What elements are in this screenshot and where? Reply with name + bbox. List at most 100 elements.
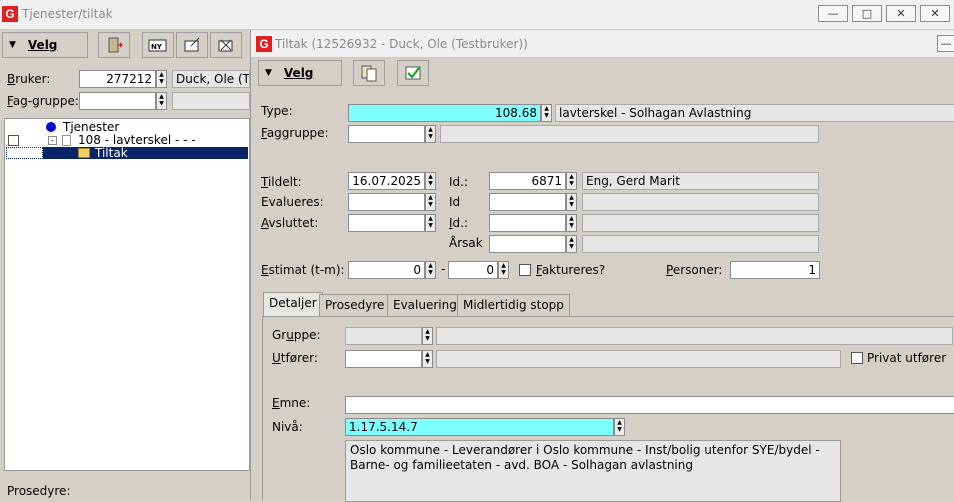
personer-field[interactable]: 1 — [730, 261, 820, 279]
estimat-to-field[interactable]: 0 — [448, 261, 498, 279]
avsluttet-date-field[interactable] — [348, 214, 425, 232]
faktureres-checkbox[interactable] — [519, 264, 531, 276]
evalueres-name-field — [582, 193, 819, 211]
chevron-down-icon: ▼ — [9, 40, 16, 50]
approve-button[interactable] — [397, 60, 429, 86]
utforer-field[interactable] — [345, 350, 422, 368]
fag-gruppe-field[interactable] — [79, 92, 156, 110]
fag-gruppe-desc — [172, 92, 250, 110]
maximize-button[interactable]: □ — [852, 5, 882, 22]
faggruppe-field[interactable] — [348, 125, 425, 143]
collapse-icon[interactable]: - — [48, 136, 57, 145]
avsluttet-spin[interactable]: ▲ ▼ — [425, 214, 436, 232]
bruker-name-field: Duck, Ole (T — [172, 70, 250, 88]
avsluttet-label: Avsluttet: — [261, 216, 319, 230]
type-spin[interactable]: ▲ ▼ — [541, 104, 552, 122]
new-document-icon: NY — [148, 39, 167, 52]
prosedyre-label: Prosedyre: — [7, 484, 71, 498]
gruppe-field[interactable] — [345, 327, 422, 345]
tildelt-label: Tildelt: — [261, 175, 302, 189]
tree-selection-gap — [6, 147, 43, 159]
tildelt-spin[interactable]: ▲ ▼ — [425, 172, 436, 190]
tab-midlertidig-stopp[interactable]: Midlertidig stopp — [457, 294, 570, 316]
gruppe-spin[interactable]: ▲ ▼ — [422, 327, 433, 345]
type-desc-field: lavterskel - Solhagan Avlastning — [555, 104, 954, 122]
emne-field[interactable] — [345, 396, 954, 414]
arsak-spin[interactable]: ▲ ▼ — [566, 235, 577, 253]
svg-text:NY: NY — [151, 43, 163, 51]
services-tree[interactable]: Tjenester - 108 - lavterskel - - - Tilta… — [4, 118, 250, 471]
tiltak-window: G Tiltak (12526932 - Duck, Ole (Testbruk… — [250, 30, 954, 502]
fag-gruppe-spin[interactable]: ▲ ▼ — [156, 92, 167, 110]
front-window-title: Tiltak (12526932 - Duck, Ole (Testbruker… — [275, 37, 528, 51]
niva-description: Oslo kommune - Leverandører i Oslo kommu… — [345, 440, 841, 502]
gruppe-label: Gruppe: — [272, 328, 321, 342]
faggruppe-spin[interactable]: ▲ ▼ — [425, 125, 436, 143]
app-logo-icon: G — [2, 6, 18, 22]
velg-button[interactable]: ▼ Velg — [2, 32, 88, 58]
estimat-to-spin[interactable]: ▲ ▼ — [498, 261, 509, 279]
faggruppe-desc — [440, 125, 819, 143]
delete-icon — [218, 39, 233, 52]
faggruppe-label: Faggruppe: — [261, 126, 329, 140]
estimat-from-field[interactable]: 0 — [348, 261, 425, 279]
evalueres-id-label: Id — [449, 195, 461, 209]
close-button[interactable]: ✕ — [886, 5, 916, 22]
tjenester-node-icon — [46, 122, 56, 132]
delete-button[interactable] — [210, 32, 242, 58]
tree-root[interactable]: Tjenester — [63, 120, 119, 134]
evalueres-label: Evalueres: — [261, 195, 324, 209]
velg-label: Velg — [27, 38, 58, 52]
folder-icon — [78, 148, 90, 158]
estimat-dash: - — [441, 262, 446, 276]
niva-spin[interactable]: ▲ ▼ — [614, 418, 625, 436]
avsluttet-id-label: Id.: — [449, 216, 469, 230]
tree-leaf[interactable]: Tiltak — [95, 146, 128, 160]
avsluttet-id-field[interactable] — [489, 214, 566, 232]
velg-label: Velg — [283, 66, 314, 80]
velg-button[interactable]: ▼ Velg — [258, 60, 342, 86]
new-button[interactable]: NY — [142, 32, 174, 58]
bruker-id-field[interactable]: 277212 — [79, 70, 156, 88]
evalueres-date-field[interactable] — [348, 193, 425, 211]
tab-detaljer[interactable]: Detaljer — [263, 292, 323, 316]
tildelt-id-spin[interactable]: ▲ ▼ — [566, 172, 577, 190]
edit-button[interactable] — [176, 32, 208, 58]
tab-prosedyre[interactable]: Prosedyre — [319, 294, 391, 316]
minimize-button[interactable]: — — [818, 5, 848, 22]
chevron-down-icon: ▼ — [265, 68, 272, 78]
tree-checkbox[interactable] — [8, 135, 19, 146]
evalueres-id-field[interactable] — [489, 193, 566, 211]
emne-label: Emne: — [272, 396, 311, 410]
estimat-from-spin[interactable]: ▲ ▼ — [425, 261, 436, 279]
detaljer-panel: Gruppe: ▲ ▼ Utfører: ▲ ▼ Privat utfører Em… — [262, 316, 954, 502]
document-icon — [62, 135, 71, 146]
avsluttet-id-spin[interactable]: ▲ ▼ — [566, 214, 577, 232]
back-window-titlebar: G Tjenester/tiltak — □ ✕ ✕ — [0, 0, 954, 30]
copy-button[interactable] — [353, 60, 385, 86]
tree-child[interactable]: 108 - lavterskel - - - — [78, 133, 196, 147]
exit-door-icon — [108, 37, 123, 53]
evalueres-id-spin[interactable]: ▲ ▼ — [566, 193, 577, 211]
utforer-desc — [436, 350, 841, 368]
utforer-spin[interactable]: ▲ ▼ — [422, 350, 433, 368]
privat-utforer-checkbox[interactable] — [851, 352, 863, 364]
bruker-spin[interactable]: ▲ ▼ — [156, 70, 167, 88]
evalueres-spin[interactable]: ▲ ▼ — [425, 193, 436, 211]
back-window-title: Tjenester/tiltak — [22, 7, 113, 21]
fag-gruppe-label: Fag-gruppe: — [7, 94, 79, 108]
tildelt-date-field[interactable]: 16.07.2025 — [348, 172, 425, 190]
personer-label: Personer: — [666, 263, 723, 277]
utforer-label: Utfører: — [272, 351, 318, 365]
tildelt-id-field[interactable]: 6871 — [489, 172, 566, 190]
arsak-field[interactable] — [489, 235, 566, 253]
minimize-button[interactable]: — — [937, 35, 954, 52]
niva-field[interactable]: 1.17.5.14.7 — [345, 418, 614, 436]
tildelt-name-field: Eng, Gerd Marit — [582, 172, 819, 190]
type-code-field[interactable]: 108.68 — [348, 104, 541, 122]
exit-door-button[interactable] — [98, 32, 130, 58]
privat-utforer-label: Privat utfører — [867, 351, 947, 365]
tildelt-id-label: Id.: — [449, 175, 469, 189]
close-icon-partial[interactable]: ✕ — [920, 5, 950, 22]
tab-evaluering[interactable]: Evaluering — [387, 294, 463, 316]
